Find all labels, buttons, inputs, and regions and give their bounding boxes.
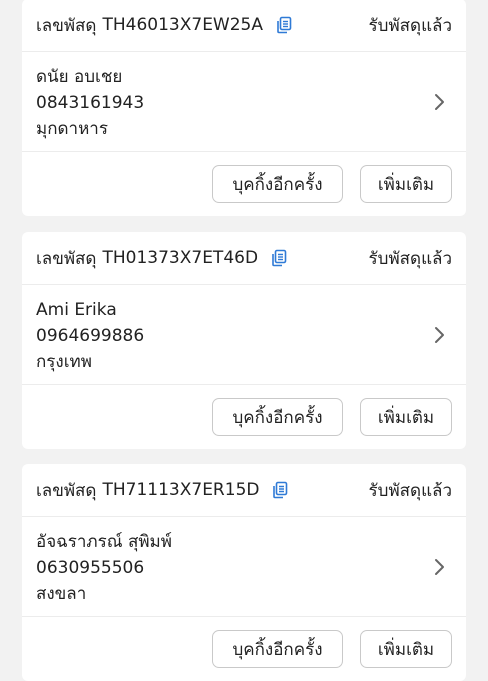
tracking-number: TH71113X7ER15D [102, 480, 260, 500]
copy-icon[interactable] [270, 249, 288, 267]
recipient-province: มุกดาหาร [36, 119, 108, 139]
parcel-card: เลขพัสดุ TH71113X7ER15D รับพัสดุแล้ว อัจ… [22, 464, 466, 681]
tracking-number: TH01373X7ET46D [102, 248, 259, 268]
tracking-label: เลขพัสดุ [36, 15, 97, 36]
card-actions: บุคกิ้งอีกครั้ง เพิ่มเติม [22, 152, 466, 216]
status-badge: รับพัสดุแล้ว [368, 248, 452, 269]
more-button[interactable]: เพิ่มเติม [360, 165, 452, 203]
recipient-name: อัจฉราภรณ์ สุพิมพ์ [36, 532, 172, 552]
recipient-phone: 0843161943 [36, 93, 145, 113]
recipient-phone: 0964699886 [36, 326, 145, 346]
recipient-info[interactable]: ดนัย อบเชย 0843161943 มุกดาหาร [22, 52, 466, 152]
parcel-card-header: เลขพัสดุ TH71113X7ER15D รับพัสดุแล้ว [22, 464, 466, 517]
parcel-card-header: เลขพัสดุ TH46013X7EW25A รับพัสดุแล้ว [22, 0, 466, 52]
tracking-number: TH46013X7EW25A [102, 15, 264, 35]
recipient-province: สงขลา [36, 584, 87, 604]
recipient-info[interactable]: อัจฉราภรณ์ สุพิมพ์ 0630955506 สงขลา [22, 517, 466, 617]
card-actions: บุคกิ้งอีกครั้ง เพิ่มเติม [22, 617, 466, 681]
status-badge: รับพัสดุแล้ว [368, 15, 452, 36]
tracking-label: เลขพัสดุ [36, 248, 97, 269]
chevron-right-icon[interactable] [432, 558, 446, 576]
chevron-right-icon[interactable] [432, 326, 446, 344]
rebook-button[interactable]: บุคกิ้งอีกครั้ง [212, 398, 343, 436]
card-actions: บุคกิ้งอีกครั้ง เพิ่มเติม [22, 385, 466, 449]
parcel-card-header: เลขพัสดุ TH01373X7ET46D รับพัสดุแล้ว [22, 232, 466, 285]
tracking-label: เลขพัสดุ [36, 480, 97, 501]
recipient-name: ดนัย อบเชย [36, 67, 123, 87]
parcel-card: เลขพัสดุ TH46013X7EW25A รับพัสดุแล้ว ดนั… [22, 0, 466, 216]
rebook-button[interactable]: บุคกิ้งอีกครั้ง [212, 630, 343, 668]
copy-icon[interactable] [271, 481, 289, 499]
recipient-phone: 0630955506 [36, 558, 145, 578]
rebook-button[interactable]: บุคกิ้งอีกครั้ง [212, 165, 343, 203]
status-badge: รับพัสดุแล้ว [368, 480, 452, 501]
parcel-card: เลขพัสดุ TH01373X7ET46D รับพัสดุแล้ว Ami… [22, 232, 466, 449]
chevron-right-icon[interactable] [432, 93, 446, 111]
more-button[interactable]: เพิ่มเติม [360, 398, 452, 436]
copy-icon[interactable] [275, 16, 293, 34]
recipient-info[interactable]: Ami Erika 0964699886 กรุงเทพ [22, 285, 466, 385]
recipient-province: กรุงเทพ [36, 352, 92, 372]
tracking-row: เลขพัสดุ TH46013X7EW25A [36, 12, 293, 39]
tracking-row: เลขพัสดุ TH71113X7ER15D [36, 477, 289, 504]
more-button[interactable]: เพิ่มเติม [360, 630, 452, 668]
recipient-name: Ami Erika [36, 300, 117, 320]
tracking-row: เลขพัสดุ TH01373X7ET46D [36, 245, 288, 272]
